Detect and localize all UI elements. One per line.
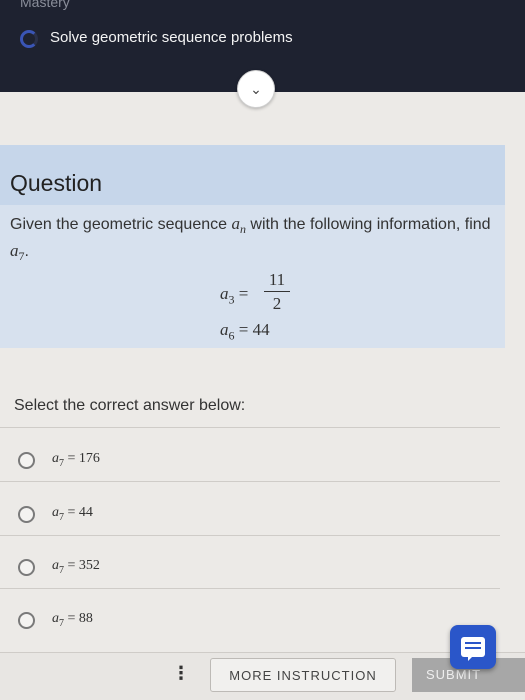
divider: [0, 481, 500, 482]
a3-numerator: 11: [268, 270, 286, 289]
target-symbol: a: [10, 241, 19, 261]
option-symbol: a: [52, 611, 59, 626]
option-subscript: 7: [59, 617, 64, 629]
topic-title: Solve geometric sequence problems: [50, 29, 293, 46]
question-text-prefix: Given the geometric sequence: [10, 216, 232, 233]
divider: [0, 588, 500, 589]
answer-option-4[interactable]: a7 = 88: [0, 594, 500, 646]
expand-button[interactable]: ⌄: [237, 70, 275, 108]
divider: [0, 427, 500, 428]
given-a6: a6 = 44: [220, 320, 270, 343]
option-subscript: 7: [59, 564, 64, 576]
screen: Mastery Solve geometric sequence problem…: [0, 0, 525, 700]
option-symbol: a: [52, 451, 59, 466]
option-value: 44: [78, 505, 93, 520]
question-text-suffix: .: [24, 243, 29, 261]
option-label: a7 = 44: [52, 505, 93, 523]
chevron-down-icon: ⌄: [250, 80, 262, 97]
option-value: 176: [78, 451, 100, 466]
progress-ring-icon: [20, 30, 38, 48]
a3-symbol: a: [220, 284, 229, 303]
option-label: a7 = 176: [52, 451, 100, 469]
a3-subscript: 3: [228, 292, 235, 307]
fraction-bar: [264, 291, 290, 292]
option-label: a7 = 352: [52, 558, 100, 576]
radio-button[interactable]: [18, 559, 35, 576]
question-text: Given the geometric sequence an with the…: [10, 213, 500, 267]
question-card: Question Given the geometric sequence an…: [0, 145, 505, 348]
a6-value: 44: [252, 320, 270, 339]
more-instruction-button[interactable]: MORE INSTRUCTION: [210, 658, 396, 692]
radio-button[interactable]: [18, 612, 35, 629]
question-text-middle: with the following information, find: [245, 216, 491, 233]
option-symbol: a: [52, 505, 59, 520]
chat-icon: [461, 637, 485, 657]
a3-lhs: a3 =: [220, 284, 249, 307]
option-label: a7 = 88: [52, 611, 93, 629]
header-cut-text: Mastery: [20, 0, 70, 10]
question-title: Question: [10, 170, 103, 196]
a6-symbol: a: [220, 320, 229, 339]
kebab-menu-icon[interactable]: ⋮: [172, 664, 190, 682]
option-symbol: a: [52, 558, 59, 573]
a3-denominator: 2: [272, 294, 282, 313]
radio-button[interactable]: [18, 506, 35, 523]
given-a3: a3 = 11 2: [220, 270, 310, 314]
answer-option-2[interactable]: a7 = 44: [0, 488, 500, 540]
option-subscript: 7: [59, 457, 64, 469]
answer-option-1[interactable]: a7 = 176: [0, 434, 500, 486]
answer-prompt: Select the correct answer below:: [14, 397, 246, 414]
radio-button[interactable]: [18, 452, 35, 469]
divider: [0, 535, 500, 536]
option-subscript: 7: [59, 511, 64, 523]
a6-subscript: 6: [228, 328, 235, 343]
chat-button[interactable]: [450, 625, 496, 669]
sequence-symbol: a: [231, 214, 240, 233]
option-value: 88: [78, 611, 93, 626]
chat-bubble-tail: [468, 655, 474, 661]
a3-fraction: 11 2: [264, 270, 290, 314]
option-value: 352: [78, 558, 100, 573]
answer-option-3[interactable]: a7 = 352: [0, 541, 500, 593]
